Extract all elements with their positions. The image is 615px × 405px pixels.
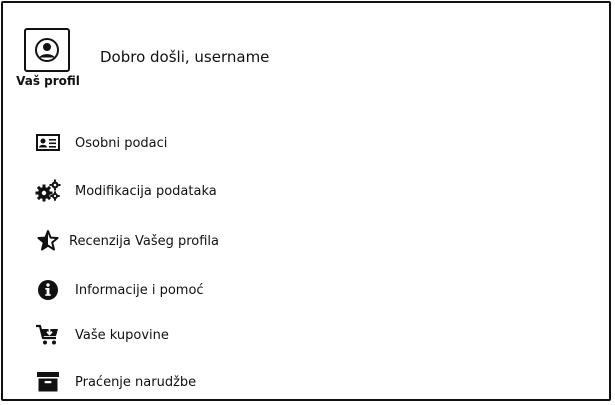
menu-item-order-tracking[interactable]: Praćenje narudžbe (30, 368, 230, 396)
info-icon (34, 276, 62, 304)
menu-item-label: Modifikacija podataka (75, 183, 217, 199)
menu-item-label: Vaše kupovine (75, 327, 169, 343)
archive-box-icon (34, 368, 62, 396)
welcome-message: Dobro došli, username (100, 48, 270, 66)
menu-item-personal-data[interactable]: Osobni podaci (30, 129, 230, 157)
cart-icon (34, 321, 62, 349)
profile-avatar-button[interactable] (24, 28, 70, 72)
menu-item-profile-review[interactable]: Recenzija Vašeg profila (30, 227, 230, 255)
profile-label[interactable]: Vaš profil (14, 74, 82, 88)
menu-item-modify-data[interactable]: Modifikacija podataka (30, 177, 230, 205)
star-half-icon (34, 227, 62, 255)
menu-item-label: Informacije i pomoć (75, 282, 204, 298)
menu-item-label: Praćenje narudžbe (75, 374, 197, 390)
menu-item-info-help[interactable]: Informacije i pomoć (30, 276, 230, 304)
gears-icon (34, 177, 62, 205)
menu-item-label: Osobni podaci (75, 135, 168, 151)
menu-item-label: Recenzija Vašeg profila (69, 233, 220, 249)
user-avatar-icon (34, 37, 60, 63)
id-card-icon (34, 129, 62, 157)
menu-item-purchases[interactable]: Vaše kupovine (30, 321, 230, 349)
